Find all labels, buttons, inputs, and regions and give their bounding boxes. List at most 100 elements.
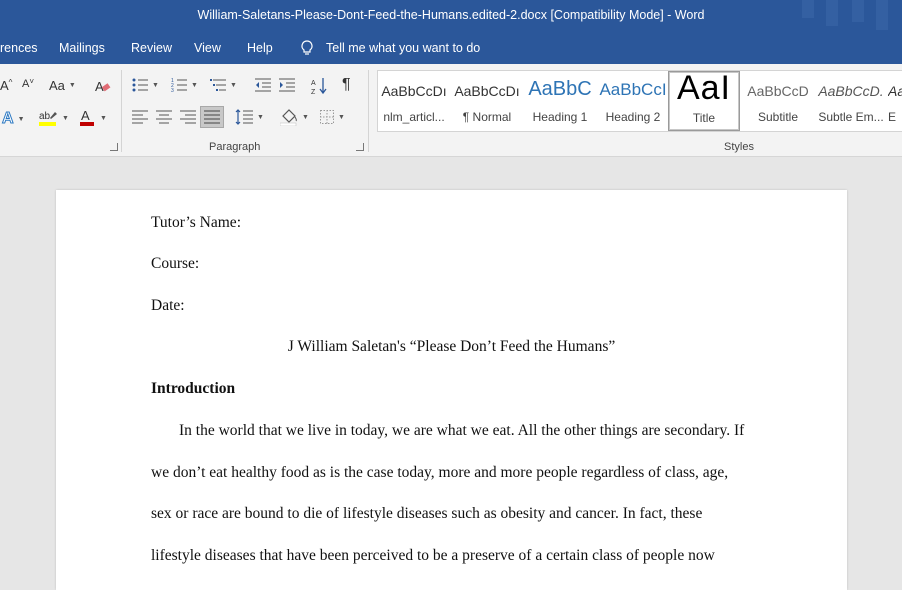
course-line: Course: <box>151 255 200 272</box>
style-name: ¶ Normal <box>462 110 512 124</box>
paragraph-line: In the world that we live in today, we a… <box>179 422 745 439</box>
section-heading: Introduction <box>151 380 236 397</box>
style-emphasis[interactable]: Aa E <box>888 71 902 131</box>
style-preview: AaBbC <box>528 78 592 100</box>
ribbon: A ^ A ˅ Aa ▼ A A ▼ ab ▼ A ▼ ▼ 1 2 3 ▼ ▼ AZ ¶ <box>0 64 902 157</box>
document-page[interactable]: Tutor’s Name: Course: Date: J William Sa… <box>56 190 847 590</box>
change-case-button[interactable]: Aa ▼ <box>49 78 76 93</box>
grow-font-button[interactable]: A ^ <box>0 78 12 93</box>
style-name: Heading 2 <box>605 110 661 124</box>
tab-references[interactable]: rences <box>0 41 38 55</box>
group-separator <box>121 70 122 152</box>
document-area: Tutor’s Name: Course: Date: J William Sa… <box>0 158 902 590</box>
tab-review[interactable]: Review <box>131 41 172 55</box>
title-bar: William-Saletans-Please-Dont-Feed-the-Hu… <box>0 0 902 32</box>
shrink-font-icon: A <box>22 78 30 90</box>
align-center-button[interactable] <box>156 110 172 124</box>
style-name: nlm_articl... <box>383 110 445 124</box>
style-subtitle[interactable]: AaBbCcD Subtitle <box>742 71 814 131</box>
group-separator <box>368 70 369 152</box>
paragraph-line: sex or race are bound to die of lifestyl… <box>151 505 703 522</box>
style-name: Heading 1 <box>532 110 588 124</box>
style-subtle-emphasis[interactable]: AaBbCcD. Subtle Em... <box>815 71 887 131</box>
svg-text:Z: Z <box>311 89 316 95</box>
numbering-icon: 123 <box>171 78 187 92</box>
sort-icon: AZ <box>311 78 327 95</box>
sort-button[interactable]: AZ <box>311 77 327 95</box>
align-right-button[interactable] <box>180 110 196 124</box>
date-line: Date: <box>151 297 185 314</box>
tell-me-label: Tell me what you want to do <box>326 41 481 55</box>
decrease-indent-icon <box>255 78 271 92</box>
font-color-button[interactable]: A ▼ <box>78 108 107 128</box>
style-nlm-article[interactable]: AaBbCcDı nlm_articl... <box>378 71 450 131</box>
style-title[interactable]: AaI Title <box>668 71 740 131</box>
tab-mailings[interactable]: Mailings <box>59 41 105 55</box>
paragraph-dialog-launcher-icon[interactable] <box>356 143 364 151</box>
font-color-icon: A <box>80 108 94 126</box>
increase-indent-button[interactable] <box>279 78 295 92</box>
shrink-font-button[interactable]: A ˅ <box>22 77 34 91</box>
paragraph-line: lifestyle diseases that have been percei… <box>151 547 715 564</box>
style-name: Subtle Em... <box>818 110 884 124</box>
align-center-icon <box>156 110 172 124</box>
ribbon-tabs: rences Mailings Review View Help Tell me… <box>0 32 902 64</box>
styles-gallery: AaBbCcDı nlm_articl... AaBbCcDı ¶ Normal… <box>377 70 902 132</box>
style-heading-1[interactable]: AaBbC Heading 1 <box>524 71 596 131</box>
svg-text:A: A <box>311 80 316 87</box>
svg-text:A: A <box>95 79 104 94</box>
text-effects-button[interactable]: A ▼ <box>2 110 25 128</box>
align-left-button[interactable] <box>132 110 148 124</box>
multilevel-list-button[interactable]: ▼ <box>210 78 237 92</box>
window-title: William-Saletans-Please-Dont-Feed-the-Hu… <box>197 8 705 22</box>
bullets-button[interactable]: ▼ <box>132 78 159 92</box>
style-preview: AaBbCcDı <box>454 83 520 99</box>
paragraph-group-label: Paragraph <box>209 141 261 153</box>
svg-text:3: 3 <box>171 88 174 92</box>
line-spacing-button[interactable]: ▼ <box>235 109 264 125</box>
highlight-color-button[interactable]: ab ▼ <box>38 108 69 128</box>
numbering-button[interactable]: 1 2 3 ▼ <box>171 78 198 92</box>
borders-button[interactable]: ▼ <box>320 110 345 124</box>
show-formatting-marks-button[interactable]: ¶ <box>342 76 351 94</box>
style-name: Title <box>692 111 716 125</box>
grow-font-icon: A <box>0 78 9 93</box>
align-right-icon <box>180 110 196 124</box>
lightbulb-icon <box>300 40 314 56</box>
justify-button[interactable] <box>200 106 224 128</box>
style-preview: Aa <box>888 83 902 99</box>
styles-group-label: Styles <box>724 141 754 153</box>
style-normal[interactable]: AaBbCcDı ¶ Normal <box>451 71 523 131</box>
tutor-name-line: Tutor’s Name: <box>151 214 241 231</box>
line-spacing-icon <box>235 109 253 125</box>
change-case-icon: Aa <box>49 78 65 93</box>
borders-icon <box>320 110 334 124</box>
increase-indent-icon <box>279 78 295 92</box>
clear-formatting-button[interactable]: A <box>94 78 112 94</box>
style-preview: AaBbCcD. <box>818 83 884 99</box>
style-preview: AaBbCcD <box>747 83 809 99</box>
tab-help[interactable]: Help <box>247 41 273 55</box>
bullets-icon <box>132 78 148 92</box>
svg-text:ab: ab <box>39 111 51 122</box>
justify-icon <box>204 110 220 124</box>
clear-formatting-icon: A <box>95 79 111 94</box>
style-preview: AaBbCcI <box>599 80 667 99</box>
svg-text:A: A <box>81 108 90 123</box>
font-dialog-launcher-icon[interactable] <box>110 143 118 151</box>
paragraph-line: we don’t eat healthy food as is the case… <box>151 464 729 481</box>
pilcrow-icon: ¶ <box>342 76 351 93</box>
decrease-indent-button[interactable] <box>255 78 271 92</box>
tab-view[interactable]: View <box>194 41 221 55</box>
style-preview: AaI <box>676 71 732 107</box>
style-name: Subtitle <box>757 110 799 124</box>
style-heading-2[interactable]: AaBbCcI Heading 2 <box>597 71 669 131</box>
style-name: E <box>888 110 897 124</box>
tell-me-search[interactable]: Tell me what you want to do <box>300 40 480 56</box>
shading-button[interactable]: ▼ <box>280 108 309 126</box>
highlighter-icon: ab <box>39 111 57 126</box>
multilevel-list-icon <box>210 79 226 91</box>
style-preview: AaBbCcDı <box>381 83 447 99</box>
align-left-icon <box>132 110 148 124</box>
document-title: J William Saletan's “Please Don’t Feed t… <box>287 338 616 355</box>
